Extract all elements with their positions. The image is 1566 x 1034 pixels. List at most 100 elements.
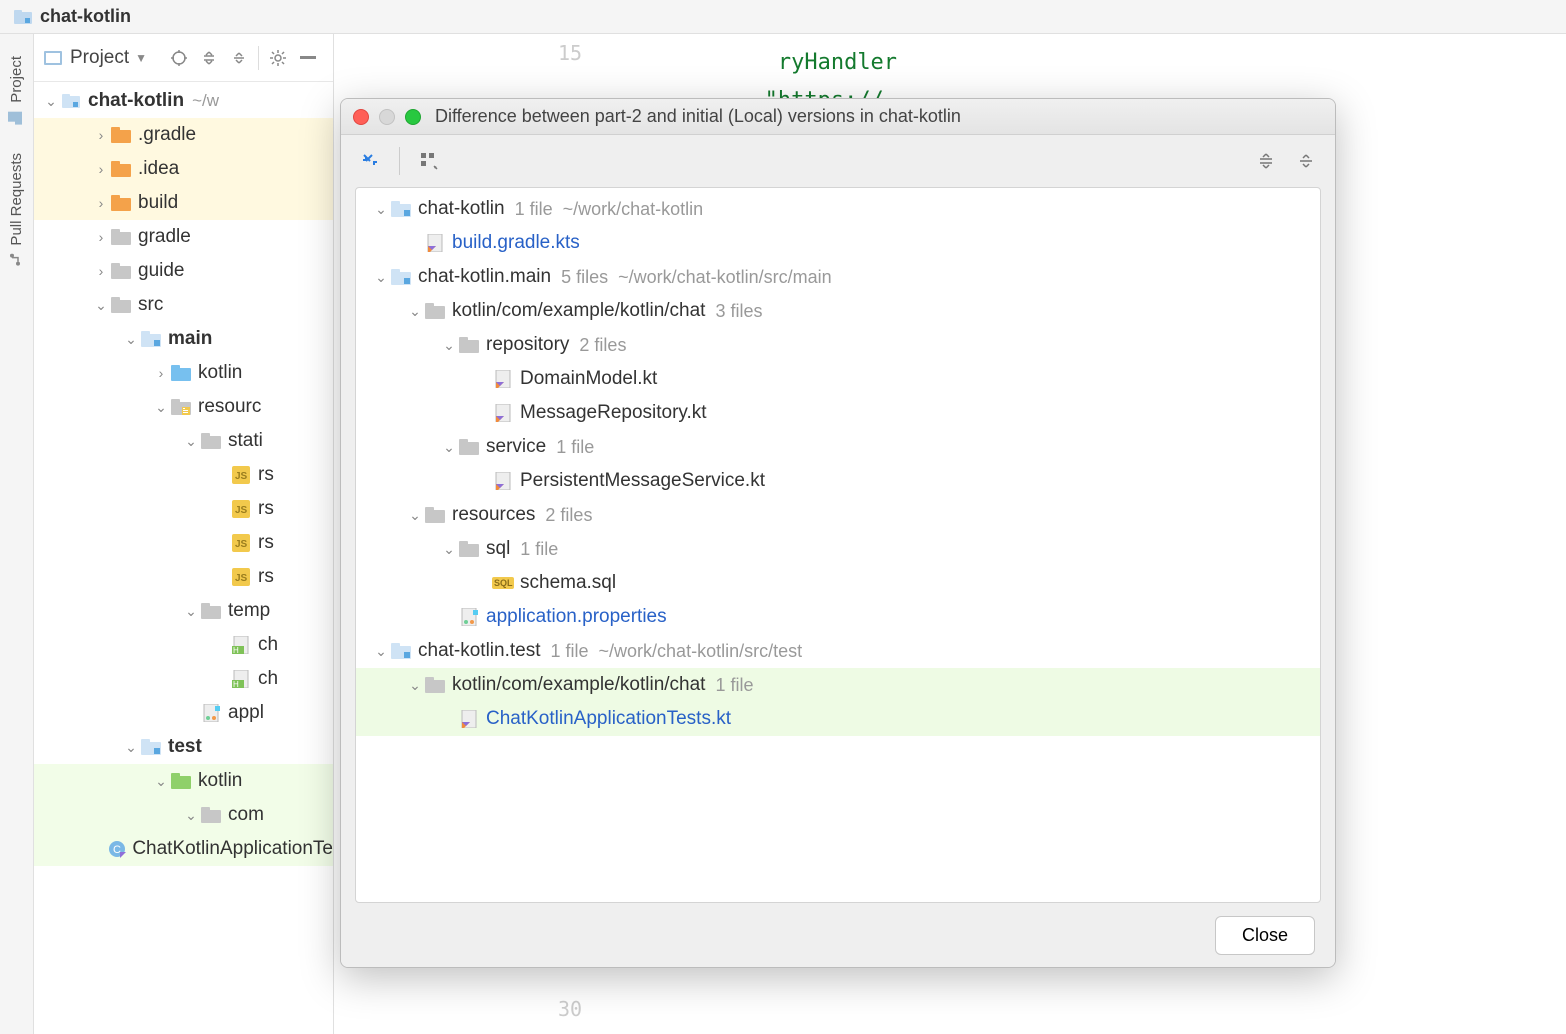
folder-grey-icon: [200, 806, 222, 824]
breadcrumb-project[interactable]: chat-kotlin: [40, 6, 131, 27]
project-panel-title[interactable]: Project: [70, 47, 129, 69]
chevron-icon[interactable]: ⌄: [372, 643, 390, 660]
tree-item[interactable]: JSrs: [34, 492, 333, 526]
diff-tree-item[interactable]: ⌄kotlin/com/example/kotlin/chat3 files: [356, 294, 1320, 328]
project-tree[interactable]: ⌄ chat-kotlin ~/w ›.gradle›.idea›build›g…: [34, 82, 333, 1034]
expand-all-icon[interactable]: [197, 46, 221, 70]
tree-item[interactable]: ›gradle: [34, 220, 333, 254]
diff-tree-item[interactable]: ⌄kotlin/com/example/kotlin/chat1 file: [356, 668, 1320, 702]
diff-tree-item[interactable]: MessageRepository.kt: [356, 396, 1320, 430]
diff-tree[interactable]: ⌄chat-kotlin1 file~/work/chat-kotlinbuil…: [355, 187, 1321, 903]
collapse-diff-icon[interactable]: [355, 146, 385, 176]
chevron-icon[interactable]: ⌄: [406, 303, 424, 320]
tree-item[interactable]: JSrs: [34, 526, 333, 560]
close-button[interactable]: Close: [1215, 916, 1315, 955]
chevron-icon[interactable]: ›: [92, 229, 110, 245]
expand-all-icon[interactable]: [1251, 146, 1281, 176]
dialog-titlebar[interactable]: Difference between part-2 and initial (L…: [341, 99, 1335, 135]
tree-item[interactable]: ⌄main: [34, 322, 333, 356]
diff-tree-item[interactable]: ⌄resources2 files: [356, 498, 1320, 532]
tree-root[interactable]: ⌄ chat-kotlin ~/w: [34, 84, 333, 118]
zoom-window-icon[interactable]: [405, 109, 421, 125]
diff-tree-item[interactable]: application.properties: [356, 600, 1320, 634]
tree-item-label: test: [168, 736, 202, 758]
tree-item[interactable]: ›build: [34, 186, 333, 220]
tree-item[interactable]: ⌄com: [34, 798, 333, 832]
diff-item-count: 1 file: [520, 539, 558, 560]
tree-item[interactable]: ›.idea: [34, 152, 333, 186]
tree-item[interactable]: appl: [34, 696, 333, 730]
resources-icon: [170, 398, 192, 416]
collapse-all-icon[interactable]: [227, 46, 251, 70]
chevron-icon[interactable]: ⌄: [92, 297, 110, 314]
kts-icon: [424, 234, 446, 252]
diff-tree-item[interactable]: ⌄chat-kotlin.test1 file~/work/chat-kotli…: [356, 634, 1320, 668]
tree-item[interactable]: JSrs: [34, 458, 333, 492]
chevron-icon[interactable]: ›: [92, 263, 110, 279]
tree-item-label: guide: [138, 260, 185, 282]
tree-item-label: ch: [258, 668, 278, 690]
chevron-icon[interactable]: ⌄: [440, 439, 458, 456]
tree-item[interactable]: ⌄ test: [34, 730, 333, 764]
diff-tree-item[interactable]: PersistentMessageService.kt: [356, 464, 1320, 498]
folder-grey-icon: [424, 302, 446, 320]
diff-tree-item[interactable]: ChatKotlinApplicationTests.kt: [356, 702, 1320, 736]
diff-tree-item[interactable]: build.gradle.kts: [356, 226, 1320, 260]
project-panel-header: Project ▼: [34, 34, 333, 82]
gutter-pull-requests[interactable]: Pull Requests: [8, 153, 25, 268]
chevron-down-icon[interactable]: ⌄: [42, 93, 60, 110]
diff-tree-item[interactable]: SQLschema.sql: [356, 566, 1320, 600]
tree-item[interactable]: ⌄kotlin: [34, 764, 333, 798]
tree-item[interactable]: JSrs: [34, 560, 333, 594]
tree-item[interactable]: ›.gradle: [34, 118, 333, 152]
chevron-icon[interactable]: ⌄: [440, 541, 458, 558]
diff-tree-item[interactable]: ⌄ sql 1 file: [356, 532, 1320, 566]
collapse-all-icon[interactable]: [1291, 146, 1321, 176]
svg-text:H: H: [233, 680, 239, 688]
minimize-window-icon[interactable]: [379, 109, 395, 125]
diff-tree-item[interactable]: ⌄service1 file: [356, 430, 1320, 464]
locate-icon[interactable]: [167, 46, 191, 70]
tree-item[interactable]: ⌄resourc: [34, 390, 333, 424]
group-by-icon[interactable]: [414, 146, 444, 176]
tree-item[interactable]: ⌄src: [34, 288, 333, 322]
chevron-icon[interactable]: ⌄: [372, 269, 390, 286]
chevron-icon[interactable]: ⌄: [406, 507, 424, 524]
chevron-icon[interactable]: ⌄: [182, 433, 200, 450]
dropdown-icon[interactable]: ▼: [135, 51, 147, 65]
svg-text:C: C: [113, 844, 121, 856]
chevron-icon[interactable]: ⌄: [152, 773, 170, 790]
js-icon: JS: [230, 534, 252, 552]
svg-text:JS: JS: [235, 539, 248, 550]
tree-item[interactable]: Hch: [34, 662, 333, 696]
tree-item[interactable]: ⌄stati: [34, 424, 333, 458]
chevron-icon[interactable]: ›: [92, 127, 110, 143]
chevron-icon[interactable]: ⌄: [406, 677, 424, 694]
diff-tree-item[interactable]: ⌄chat-kotlin1 file~/work/chat-kotlin: [356, 192, 1320, 226]
chevron-icon[interactable]: ⌄: [182, 807, 200, 824]
diff-tree-item[interactable]: ⌄repository2 files: [356, 328, 1320, 362]
diff-item-label: sql: [486, 538, 510, 560]
gear-icon[interactable]: [266, 46, 290, 70]
chevron-icon[interactable]: ⌄: [372, 201, 390, 218]
tree-root-label: chat-kotlin: [88, 90, 184, 112]
hide-icon[interactable]: [296, 46, 320, 70]
tree-item[interactable]: ⌄temp: [34, 594, 333, 628]
chevron-icon[interactable]: ⌄: [152, 399, 170, 416]
tree-item[interactable]: › guide: [34, 254, 333, 288]
tree-item[interactable]: Hch: [34, 628, 333, 662]
html-icon: H: [230, 636, 252, 654]
diff-tree-item[interactable]: DomainModel.kt: [356, 362, 1320, 396]
chevron-icon[interactable]: ⌄: [122, 739, 140, 756]
tree-item[interactable]: CChatKotlinApplicationTe: [34, 832, 333, 866]
gutter-project[interactable]: Project: [8, 56, 25, 125]
diff-tree-item[interactable]: ⌄chat-kotlin.main5 files~/work/chat-kotl…: [356, 260, 1320, 294]
chevron-icon[interactable]: ›: [92, 161, 110, 177]
tree-item[interactable]: ›kotlin: [34, 356, 333, 390]
chevron-icon[interactable]: ⌄: [440, 337, 458, 354]
close-window-icon[interactable]: [353, 109, 369, 125]
chevron-icon[interactable]: ›: [152, 365, 170, 381]
chevron-icon[interactable]: ⌄: [122, 331, 140, 348]
chevron-icon[interactable]: ›: [92, 195, 110, 211]
chevron-icon[interactable]: ⌄: [182, 603, 200, 620]
